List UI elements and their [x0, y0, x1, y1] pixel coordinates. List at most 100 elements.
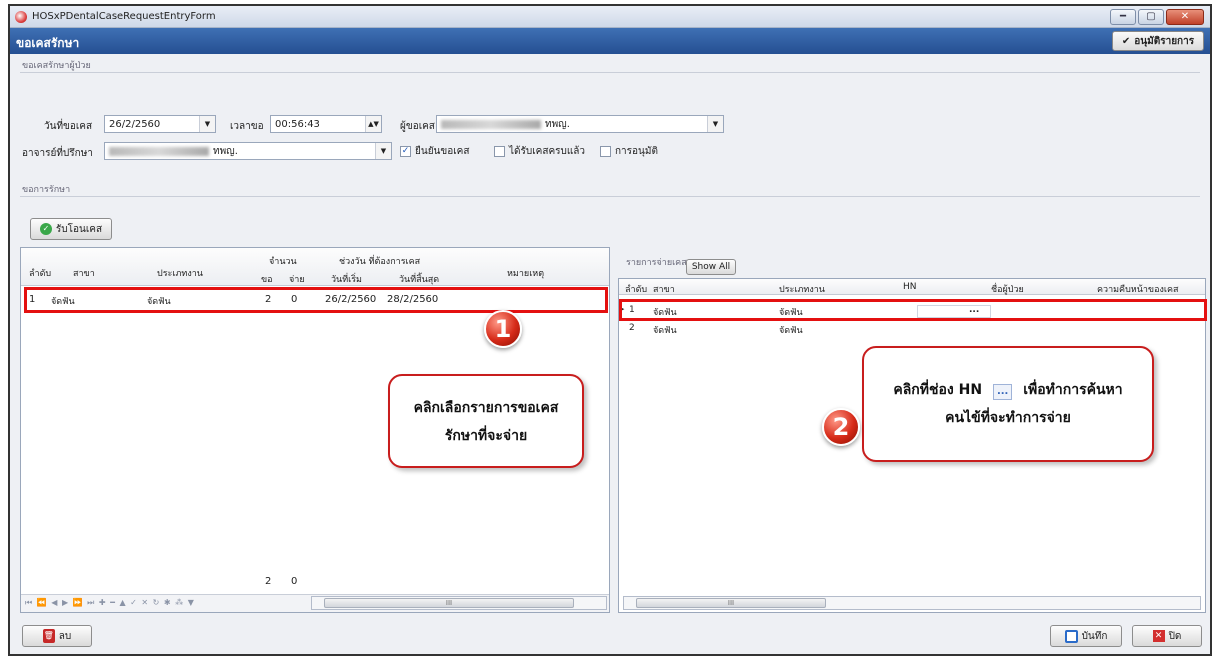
cell-no: 2	[629, 323, 635, 333]
step-one-badge: 1	[484, 310, 522, 348]
request-date-value: 26/2/2560	[109, 118, 161, 130]
horizontal-scrollbar[interactable]: III	[623, 596, 1201, 610]
request-time-value: 00:56:43	[275, 118, 320, 130]
col-end: วันที่สิ้นสุด	[399, 275, 440, 285]
callout-step-one: คลิกเลือกรายการขอเคส รักษาที่จะจ่าย	[388, 374, 584, 468]
received-label: ได้รับเคสครบแล้ว	[509, 146, 586, 157]
total-req: 2	[265, 576, 272, 587]
col-start: วันที่เริ่ม	[331, 275, 362, 285]
horizontal-scrollbar[interactable]: III	[311, 596, 607, 610]
divider	[20, 72, 1200, 73]
close-label: ปิด	[1168, 630, 1182, 642]
window-controls: ━ ▢ ✕	[1110, 9, 1204, 25]
app-icon	[15, 11, 27, 23]
delete-button[interactable]: 🗑 ลบ	[22, 625, 92, 647]
highlight-hn-row	[619, 299, 1207, 321]
window-titlebar: HOSxPDentalCaseRequestEntryForm ━ ▢ ✕	[10, 6, 1210, 28]
col-amount: จำนวน	[269, 257, 297, 267]
grid-navigator: ⏮ ⏪ ◀ ▶ ⏩ ⏭ ✚ ━ ▲ ✓ ✕ ↻ ✱ ⁂ ▼ III	[21, 594, 609, 612]
app-window: HOSxPDentalCaseRequestEntryForm ━ ▢ ✕ ขอ…	[8, 4, 1212, 656]
receive-transfer-label: รับโอนเคส	[55, 223, 103, 235]
ellipsis-icon: ...	[992, 384, 1013, 400]
confirm-request-checkbox[interactable]: ✓ ยืนยันขอเคส	[400, 144, 469, 159]
redacted-name	[441, 119, 541, 129]
col-amount-paid: จ่าย	[289, 275, 305, 285]
requester-select[interactable]: ทพญ. ▼	[436, 115, 724, 133]
checked-icon: ✓	[400, 146, 411, 157]
request-date-field[interactable]: 26/2/2560 ▼	[104, 115, 216, 133]
approval-checkbox[interactable]: การอนุมัติ	[600, 144, 658, 159]
unchecked-icon	[494, 146, 505, 157]
col-progress: ความคืบหน้าของเคส	[1097, 285, 1179, 295]
check-pen-icon: ✔	[1121, 35, 1131, 47]
table-row[interactable]: 2 จัดฟัน จัดฟัน	[619, 323, 1205, 337]
highlight-request-row	[24, 287, 608, 313]
approval-label: การอนุมัติ	[615, 146, 658, 157]
treatment-request-group-label: ขอการรักษา	[22, 185, 71, 195]
dispense-group-label: รายการจ่ายเคส	[626, 258, 687, 268]
col-type: ประเภทงาน	[779, 285, 825, 295]
advisor-select[interactable]: ทพญ. ▼	[104, 142, 392, 160]
callout-one-line1: คลิกเลือกรายการขอเคส	[413, 400, 559, 416]
col-branch: สาขา	[73, 269, 95, 279]
col-type: ประเภทงาน	[157, 269, 203, 279]
close-icon[interactable]: ✕	[1166, 9, 1204, 25]
request-time-field[interactable]: 00:56:43 ▲▼	[270, 115, 382, 133]
chevron-down-icon[interactable]: ▼	[707, 116, 723, 132]
col-amount-req: ขอ	[261, 275, 273, 285]
confirm-request-label: ยืนยันขอเคส	[415, 146, 470, 157]
advisor-label: อาจารย์ที่ปรึกษา	[22, 148, 93, 159]
receive-transfer-button[interactable]: ✓ รับโอนเคส	[30, 218, 112, 240]
delete-label: ลบ	[58, 630, 72, 642]
callout-two-text-a: คลิกที่ช่อง HN	[893, 382, 983, 398]
col-no: ลำดับ	[625, 285, 648, 295]
col-period: ช่วงวัน ที่ต้องการเคส	[339, 257, 421, 267]
grid-header: ลำดับ สาขา ประเภทงาน HN ชื่อผู้ป่วย ความ…	[619, 279, 1205, 295]
page-title: ขอเคสรักษา	[16, 36, 80, 50]
patient-request-group-label: ขอเคสรักษาผู้ป่วย	[22, 61, 91, 71]
spin-icon[interactable]: ▲▼	[365, 116, 381, 132]
request-date-label: วันที่ขอเคส	[44, 121, 93, 132]
col-hn: HN	[903, 282, 917, 292]
save-button[interactable]: บันทึก	[1050, 625, 1122, 647]
save-icon	[1064, 629, 1078, 643]
request-time-label: เวลาขอ	[230, 121, 264, 132]
trash-icon: 🗑	[42, 629, 55, 643]
cell-type: จัดฟัน	[779, 326, 803, 336]
form-header: ขอเคสรักษา ✔ อนุมัติรายการ	[10, 28, 1210, 54]
col-no: ลำดับ	[29, 269, 52, 279]
callout-two-line2: คนไข้ที่จะทำการจ่าย	[945, 410, 1071, 426]
advisor-suffix: ทพญ.	[213, 145, 238, 157]
callout-step-two: คลิกที่ช่อง HN ... เพื่อทำการค้นหา คนไข้…	[862, 346, 1154, 462]
col-patient: ชื่อผู้ป่วย	[991, 285, 1024, 295]
window-title: HOSxPDentalCaseRequestEntryForm	[32, 11, 216, 22]
approve-button[interactable]: ✔ อนุมัติรายการ	[1112, 31, 1204, 51]
check-circle-icon: ✓	[39, 223, 52, 235]
callout-one-line2: รักษาที่จะจ่าย	[444, 428, 528, 444]
grid-footer-totals: 2 0	[21, 576, 609, 590]
callout-two-line1: คลิกที่ช่อง HN ... เพื่อทำการค้นหา	[864, 376, 1152, 404]
chevron-down-icon[interactable]: ▼	[375, 143, 391, 159]
step-two-badge: 2	[822, 408, 860, 446]
maximize-icon[interactable]: ▢	[1138, 9, 1164, 25]
save-label: บันทึก	[1081, 630, 1108, 642]
approve-button-label: อนุมัติรายการ	[1134, 35, 1195, 47]
col-note: หมายเหตุ	[507, 269, 545, 279]
requester-suffix: ทพญ.	[545, 118, 570, 130]
callout-two-text-b: เพื่อทำการค้นหา	[1023, 382, 1123, 398]
chevron-down-icon[interactable]: ▼	[199, 116, 215, 132]
requester-label: ผู้ขอเคส	[400, 121, 435, 132]
scroll-thumb[interactable]: III	[324, 598, 574, 608]
col-branch: สาขา	[653, 285, 675, 295]
unchecked-icon	[600, 146, 611, 157]
redacted-name	[109, 146, 209, 156]
grid-header: ลำดับ สาขา ประเภทงาน จำนวน ขอ จ่าย ช่วงว…	[21, 248, 609, 286]
minimize-icon[interactable]: ━	[1110, 9, 1136, 25]
received-checkbox[interactable]: ได้รับเคสครบแล้ว	[494, 144, 585, 159]
navigator-icons[interactable]: ⏮ ⏪ ◀ ▶ ⏩ ⏭ ✚ ━ ▲ ✓ ✕ ↻ ✱ ⁂ ▼	[25, 598, 195, 608]
show-all-button[interactable]: Show All	[686, 259, 736, 275]
scroll-thumb[interactable]: III	[636, 598, 826, 608]
total-paid: 0	[291, 576, 298, 587]
close-button[interactable]: ✕ ปิด	[1132, 625, 1202, 647]
close-icon: ✕	[1152, 630, 1165, 642]
